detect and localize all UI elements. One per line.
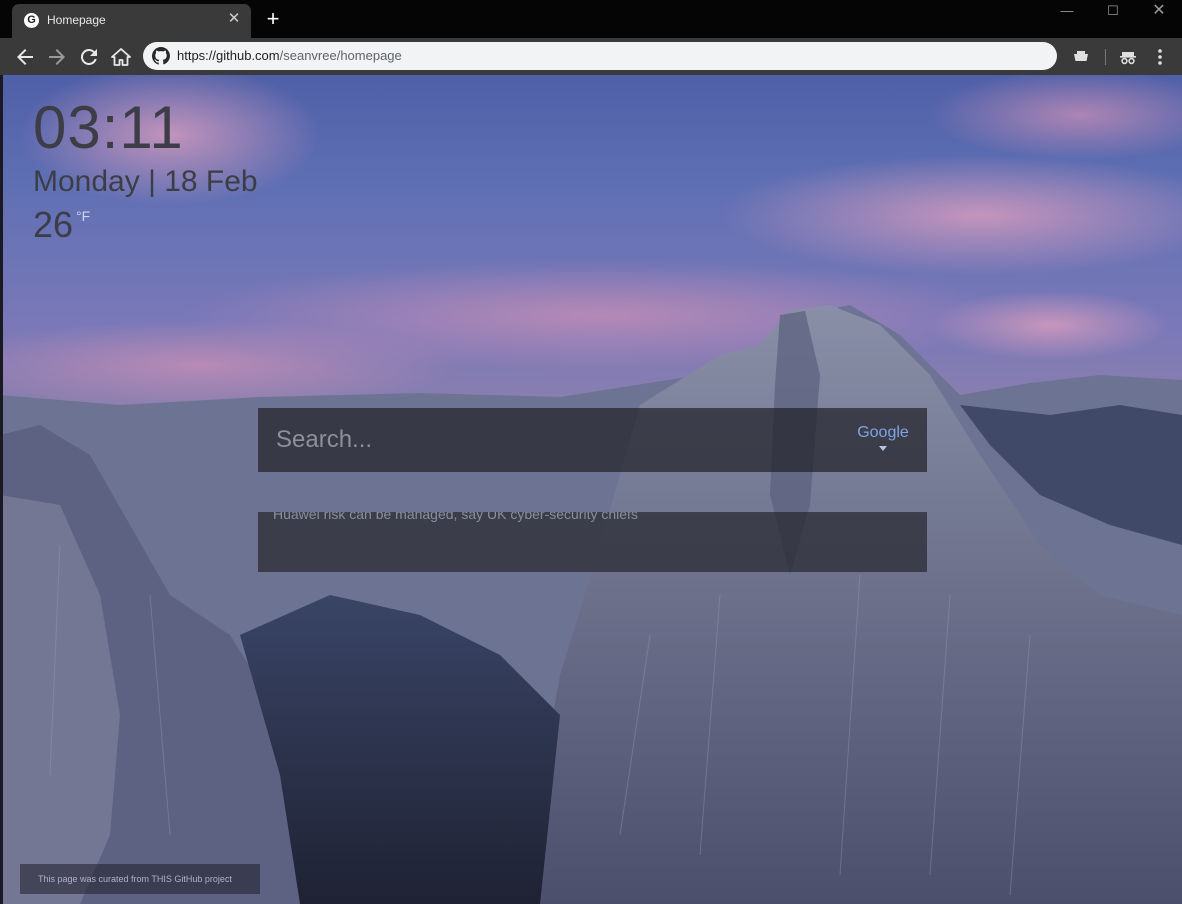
caret-down-icon [879, 446, 887, 451]
github-icon [152, 47, 170, 65]
url-path: /seanvree/homepage [279, 48, 402, 63]
plus-icon[interactable]: + [262, 8, 284, 30]
forward-icon[interactable] [45, 45, 69, 69]
toolbar-separator [1105, 49, 1106, 65]
search-bar: Google [258, 408, 927, 472]
url-text: https://github.com/seanvree/homepage [177, 48, 402, 63]
url-host: https://github.com [177, 48, 280, 63]
footer-credit: This page was curated from THIS GitHub p… [20, 864, 260, 894]
news-headline[interactable]: Huawei risk can be managed, say UK cyber… [273, 512, 638, 522]
tab-close-icon[interactable]: ✕ [225, 10, 243, 28]
search-input[interactable] [258, 408, 838, 472]
tab-homepage[interactable]: G Homepage ✕ [12, 4, 251, 38]
reload-icon[interactable] [77, 45, 101, 69]
incognito-icon[interactable] [1116, 45, 1140, 69]
tab-title: Homepage [47, 13, 106, 27]
moon-icon [141, 211, 151, 231]
temperature-unit: °F [76, 208, 91, 224]
close-icon[interactable]: ✕ [1144, 2, 1174, 20]
clock: 03:11 [33, 94, 184, 161]
date-display: Monday | 18 Feb [33, 165, 258, 198]
news-ticker: Huawei risk can be managed, say UK cyber… [258, 512, 927, 572]
minimize-icon[interactable]: — [1052, 2, 1082, 20]
temperature: 26 [33, 204, 74, 245]
search-engine-select[interactable]: Google [853, 424, 913, 460]
homepage-viewport: 03:11 Monday | 18 Feb 26 °F Google Huawe… [0, 75, 1182, 904]
footer-text[interactable]: This page was curated from THIS GitHub p… [38, 874, 232, 884]
background-landscape [0, 75, 1182, 904]
search-engine-label: Google [857, 424, 909, 441]
back-icon[interactable] [13, 45, 37, 69]
menu-icon[interactable] [1148, 45, 1172, 69]
extension-icon[interactable] [1069, 45, 1093, 69]
address-bar[interactable]: https://github.com/seanvree/homepage [143, 42, 1057, 70]
page-left-edge [0, 75, 3, 904]
home-icon[interactable] [109, 45, 133, 69]
maximize-icon[interactable]: ☐ [1098, 2, 1128, 20]
google-g-icon: G [24, 13, 39, 28]
title-bar: G Homepage ✕ + — ☐ ✕ [0, 0, 1182, 38]
browser-toolbar: https://github.com/seanvree/homepage [0, 38, 1182, 75]
